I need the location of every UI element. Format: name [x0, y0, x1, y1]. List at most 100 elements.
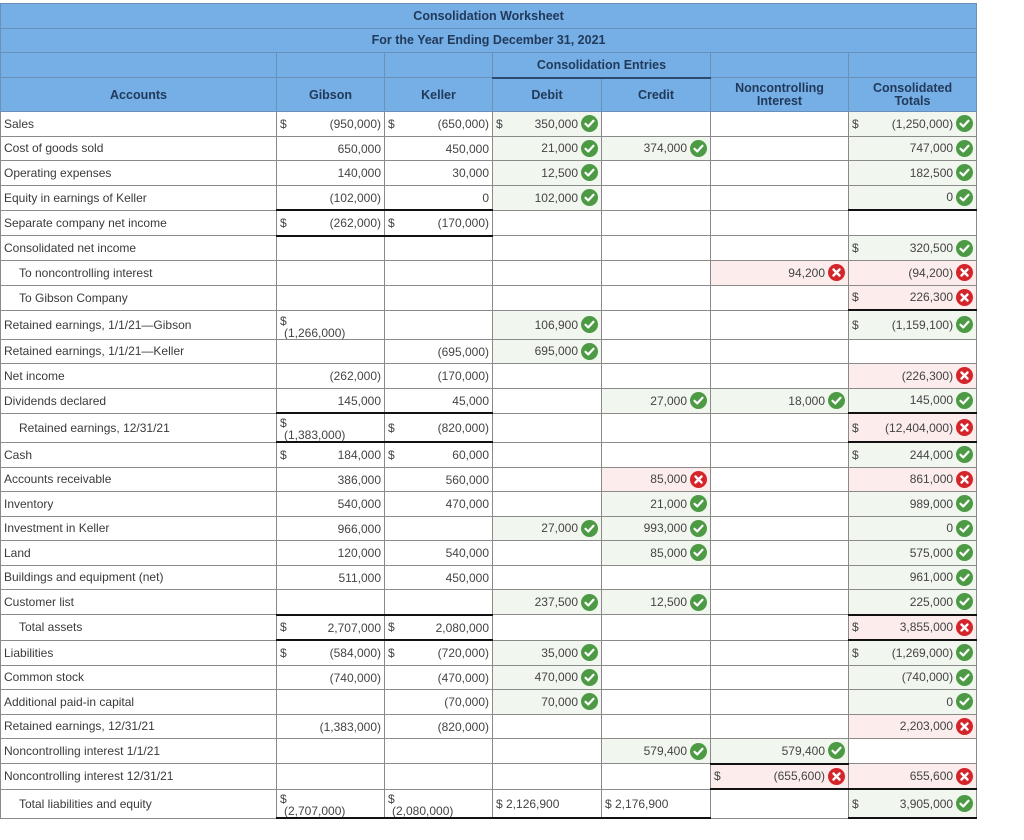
cell-value: 140,000: [337, 166, 381, 181]
cell-consolidated-total[interactable]: 225,000: [847, 589, 978, 616]
cell-consolidated-total[interactable]: $3,855,000: [847, 614, 978, 641]
cell-noncontrolling-interest[interactable]: 94,200: [710, 260, 849, 286]
cell-noncontrolling-interest[interactable]: 579,400: [710, 738, 849, 765]
cell-debit[interactable]: $350,000: [492, 111, 602, 137]
cell-consolidated-total[interactable]: $226,300: [847, 284, 978, 311]
cell-value: 27,000: [650, 393, 687, 408]
cell-debit[interactable]: 70,000: [492, 689, 602, 715]
cell-keller: 45,000: [384, 387, 493, 414]
cell-value: 12,500: [541, 165, 578, 180]
cell-consolidated-total[interactable]: $3,905,000: [847, 788, 978, 819]
cell-consolidated-total[interactable]: 861,000: [847, 466, 978, 492]
cell-value: (740,000): [329, 670, 381, 685]
cell-account: Inventory: [0, 491, 277, 517]
cell-consolidated-total: [847, 209, 978, 236]
cell-consolidated-total[interactable]: $320,500: [847, 235, 978, 261]
cell-credit[interactable]: 993,000: [601, 515, 711, 541]
cell-gibson: 966,000: [276, 515, 385, 541]
check-circle-icon: [956, 164, 974, 182]
cell-consolidated-total[interactable]: 655,600: [847, 763, 978, 790]
cell-debit: [492, 491, 602, 517]
cell-gibson: (262,000): [276, 363, 385, 389]
cell-credit[interactable]: 27,000: [601, 387, 711, 414]
cell-account: Retained earnings, 12/31/21: [0, 713, 277, 739]
cell-credit[interactable]: 85,000: [601, 540, 711, 566]
cell-debit[interactable]: 35,000: [492, 639, 602, 666]
cell-value: 695,000: [534, 344, 578, 359]
cell-debit[interactable]: 106,900: [492, 309, 602, 340]
cell-credit[interactable]: 579,400: [601, 738, 711, 764]
cell-debit[interactable]: 695,000: [492, 338, 602, 364]
cell-credit[interactable]: 85,000: [601, 466, 711, 492]
cell-keller: $2,080,000: [384, 614, 493, 641]
cell-debit[interactable]: 237,500: [492, 589, 602, 615]
cell-noncontrolling-interest: [710, 713, 849, 739]
cell-debit[interactable]: 12,500: [492, 160, 602, 186]
cell-debit[interactable]: 102,000: [492, 184, 602, 211]
cell-credit[interactable]: 21,000: [601, 491, 711, 517]
cell-value: (102,000): [329, 190, 381, 205]
cell-noncontrolling-interest: [710, 564, 849, 590]
cell-value: (170,000): [437, 369, 489, 384]
column-header-accounts: Accounts: [0, 77, 277, 112]
cell-gibson: $ (1,383,000): [276, 412, 385, 443]
cell-consolidated-total[interactable]: 961,000: [847, 564, 978, 590]
cell-consolidated-total[interactable]: 575,000: [847, 540, 978, 566]
cell-keller: [384, 260, 493, 286]
consolidation-worksheet-table: Consolidation Worksheet For the Year End…: [0, 3, 978, 819]
check-circle-icon: [581, 342, 598, 360]
cell-consolidated-total[interactable]: 0: [847, 515, 978, 541]
cell-debit: [492, 441, 602, 468]
cell-value: 560,000: [445, 472, 489, 487]
cell-credit: $ 2,176,900: [601, 788, 711, 819]
cell-consolidated-total[interactable]: $ (12,404,000): [847, 412, 978, 443]
worksheet-row: Total liabilities and equity $ (2,707,000)…: [0, 788, 978, 819]
cell-consolidated-total[interactable]: 0: [847, 689, 978, 715]
cell-consolidated-total[interactable]: $ (1,250,000): [847, 111, 978, 137]
cell-credit[interactable]: 12,500: [601, 589, 711, 615]
check-circle-icon: [956, 544, 974, 562]
cell-consolidated-total[interactable]: 0: [847, 184, 978, 211]
cell-keller: $ (720,000): [384, 639, 493, 666]
cell-account: Liabilities: [0, 639, 277, 666]
cell-value: 70,000: [541, 694, 578, 709]
cell-noncontrolling-interest: [710, 491, 849, 517]
cell-consolidated-total[interactable]: (226,300): [847, 363, 978, 389]
cell-value: (650,000): [437, 117, 489, 132]
cell-debit: [492, 209, 602, 236]
cell-consolidated-total[interactable]: $ (1,269,000): [847, 639, 978, 666]
cell-noncontrolling-interest: [710, 209, 849, 236]
header-spacer: [847, 52, 978, 78]
cell-consolidated-total[interactable]: (94,200): [847, 260, 978, 286]
cell-credit: [601, 441, 711, 468]
cell-consolidated-total[interactable]: 182,500: [847, 160, 978, 186]
cell-value: (695,000): [437, 344, 489, 359]
cell-gibson: [276, 689, 385, 715]
cell-noncontrolling-interest[interactable]: 18,000: [710, 387, 849, 414]
cell-debit[interactable]: 470,000: [492, 664, 602, 690]
cell-consolidated-total[interactable]: $ (1,159,100): [847, 309, 978, 340]
cell-value: 145,000: [337, 393, 381, 408]
cell-keller: (695,000): [384, 338, 493, 364]
cell-consolidated-total[interactable]: 145,000: [847, 387, 978, 414]
worksheet-row: Separate company net income $ (262,000) $ (1…: [0, 209, 978, 237]
x-circle-icon: [956, 419, 974, 436]
cell-value: 966,000: [337, 521, 381, 536]
cell-keller: (170,000): [384, 363, 493, 389]
check-circle-icon: [581, 644, 598, 661]
cell-consolidated-total[interactable]: (740,000): [847, 664, 978, 690]
header-spacer: [710, 52, 849, 78]
check-circle-icon: [956, 188, 974, 206]
check-circle-icon: [956, 316, 974, 334]
cell-noncontrolling-interest[interactable]: $ (655,600): [710, 763, 849, 790]
cell-consolidated-total[interactable]: 2,203,000: [847, 713, 978, 739]
cell-debit[interactable]: 21,000: [492, 135, 602, 161]
cell-consolidated-total[interactable]: 747,000: [847, 135, 978, 161]
cell-value: (1,250,000): [891, 116, 954, 131]
cell-value: 540,000: [445, 546, 489, 561]
cell-consolidated-total[interactable]: $244,000: [847, 441, 978, 468]
cell-debit[interactable]: 27,000: [492, 515, 602, 541]
cell-credit[interactable]: 374,000: [601, 135, 711, 161]
cell-value: 989,000: [909, 496, 954, 511]
cell-consolidated-total[interactable]: 989,000: [847, 491, 978, 517]
